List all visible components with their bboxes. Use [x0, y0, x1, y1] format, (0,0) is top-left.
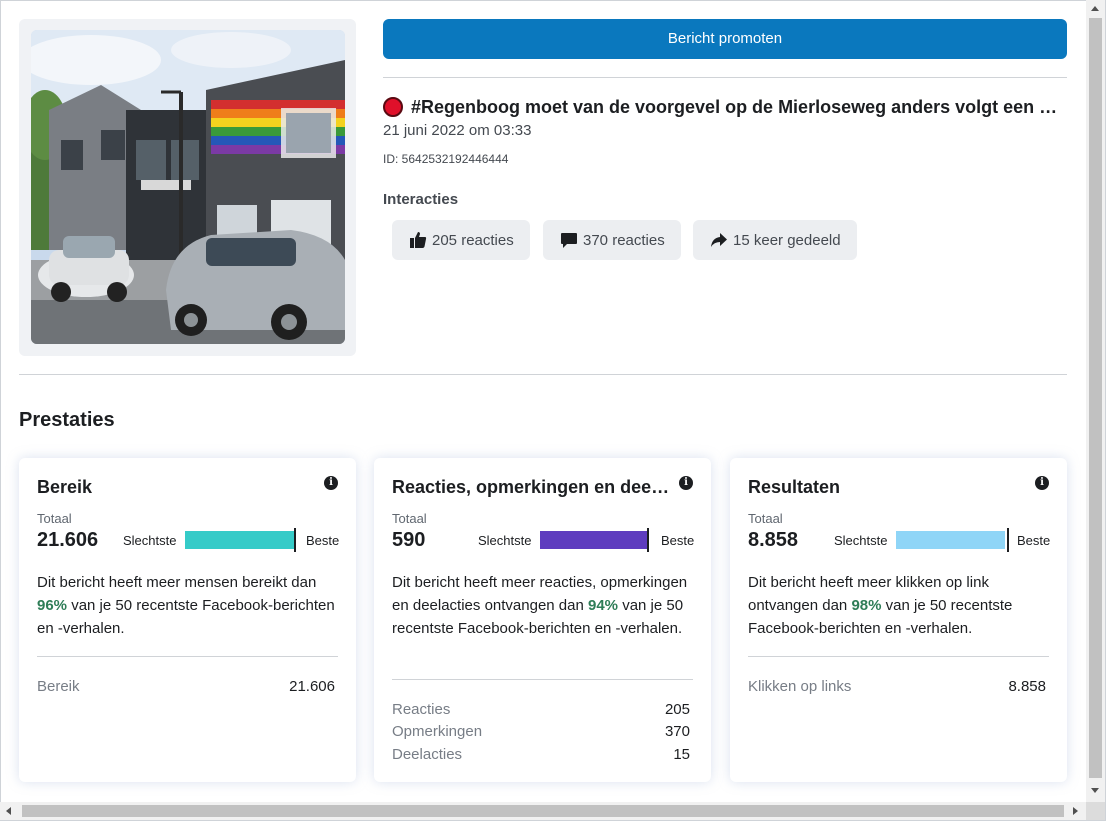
divider [37, 656, 338, 657]
benchmark-bar-fill [540, 531, 647, 549]
benchmark-marker [294, 528, 296, 552]
metric-label: Reacties [392, 701, 451, 718]
promote-post-button[interactable]: Bericht promoten [383, 19, 1067, 59]
scrollbar-corner [1086, 802, 1105, 820]
total-label: Totaal [392, 511, 427, 526]
likes-chip[interactable]: 205 reacties [392, 220, 530, 260]
metric-label: Deelacties [392, 746, 463, 763]
comments-count: 370 reacties [583, 231, 665, 249]
shares-chip[interactable]: 15 keer gedeeld [693, 220, 857, 260]
card-title: Reacties, opmerkingen en deelacties [392, 477, 672, 497]
metric-label: Bereik [37, 678, 80, 695]
metric-label: Klikken op links [748, 678, 852, 695]
worst-label: Slechtste [478, 533, 532, 548]
horizontal-scroll-thumb[interactable] [22, 805, 1064, 817]
percent-value: 94% [588, 597, 619, 614]
info-icon[interactable]: i [679, 476, 693, 490]
post-image-card [19, 19, 356, 356]
best-label: Beste [1017, 533, 1051, 548]
total-label: Totaal [37, 511, 72, 526]
benchmark-bar [896, 531, 1005, 549]
card-title: Resultaten [748, 477, 841, 497]
benchmark-bar [540, 531, 649, 549]
vertical-scroll-thumb[interactable] [1089, 18, 1102, 778]
scroll-left-icon[interactable] [6, 807, 11, 815]
total-label: Totaal [748, 511, 783, 526]
metric-value: 8.858 [1008, 678, 1046, 695]
total-value: 590 [392, 529, 426, 551]
card-description: Dit bericht heeft meer mensen bereikt da… [37, 574, 335, 637]
divider [748, 656, 1049, 657]
interactions-heading: Interacties [383, 191, 459, 208]
engagement-card: Reacties, opmerkingen en deelacties i To… [374, 458, 711, 782]
metric-row: Bereik 21.606 [37, 678, 335, 695]
worst-label: Slechtste [834, 533, 888, 548]
reach-card: Bereik i Totaal 21.606 Slechtste Beste D… [19, 458, 356, 782]
total-value: 8.858 [748, 529, 799, 551]
percent-value: 98% [851, 597, 882, 614]
metric-row: Deelacties 15 [392, 746, 690, 763]
metric-value: 15 [673, 746, 690, 763]
benchmark-bar-fill [896, 531, 1005, 549]
post-id: ID: 5642532192446444 [383, 152, 509, 166]
share-icon [709, 230, 729, 250]
card-description: Dit bericht heeft meer reacties, opmerki… [392, 574, 688, 637]
benchmark-marker [647, 528, 649, 552]
divider [392, 679, 693, 680]
total-value: 21.606 [37, 529, 99, 551]
metric-value: 370 [664, 723, 690, 740]
card-description: Dit bericht heeft meer klikken op link o… [748, 574, 1013, 637]
divider [383, 77, 1067, 78]
post-insights-panel: Bericht promoten #Regenboog moet van de … [0, 0, 1086, 802]
benchmark-bar-fill [185, 531, 294, 549]
scroll-down-icon[interactable] [1091, 788, 1099, 793]
scroll-right-icon[interactable] [1073, 807, 1078, 815]
post-photo-illustration [31, 30, 345, 344]
results-card: Resultaten i Totaal 8.858 Slechtste Best… [730, 458, 1067, 782]
benchmark-bar [185, 531, 294, 549]
comments-chip[interactable]: 370 reacties [543, 220, 681, 260]
divider [19, 374, 1067, 375]
best-label: Beste [661, 533, 695, 548]
comment-icon [559, 230, 579, 250]
metric-value: 205 [664, 701, 690, 718]
performance-heading: Prestaties [19, 409, 115, 431]
best-label: Beste [306, 533, 340, 548]
metric-row: Reacties 205 [392, 701, 690, 718]
info-icon[interactable]: i [1035, 476, 1049, 490]
scroll-up-icon[interactable] [1091, 6, 1099, 11]
benchmark-marker [1007, 528, 1009, 552]
shares-count: 15 keer gedeeld [733, 231, 841, 249]
metric-row: Klikken op links 8.858 [748, 678, 1046, 695]
thumbs-up-icon [408, 230, 428, 250]
card-title: Bereik [37, 477, 93, 497]
metric-value: 21.606 [289, 678, 335, 695]
likes-count: 205 reacties [432, 231, 514, 249]
worst-label: Slechtste [123, 533, 177, 548]
percent-value: 96% [37, 597, 68, 614]
info-icon[interactable]: i [324, 476, 338, 490]
vertical-scrollbar[interactable] [1086, 0, 1105, 802]
metric-row: Opmerkingen 370 [392, 723, 690, 740]
post-image [31, 30, 345, 344]
metric-label: Opmerkingen [392, 723, 483, 740]
horizontal-scrollbar[interactable] [0, 802, 1086, 820]
post-date: 21 juni 2022 om 03:33 [383, 122, 532, 139]
post-title-row: #Regenboog moet van de voorgevel op de M… [383, 95, 1067, 119]
post-title[interactable]: #Regenboog moet van de voorgevel op de M… [411, 97, 1067, 118]
red-circle-icon [383, 97, 403, 117]
